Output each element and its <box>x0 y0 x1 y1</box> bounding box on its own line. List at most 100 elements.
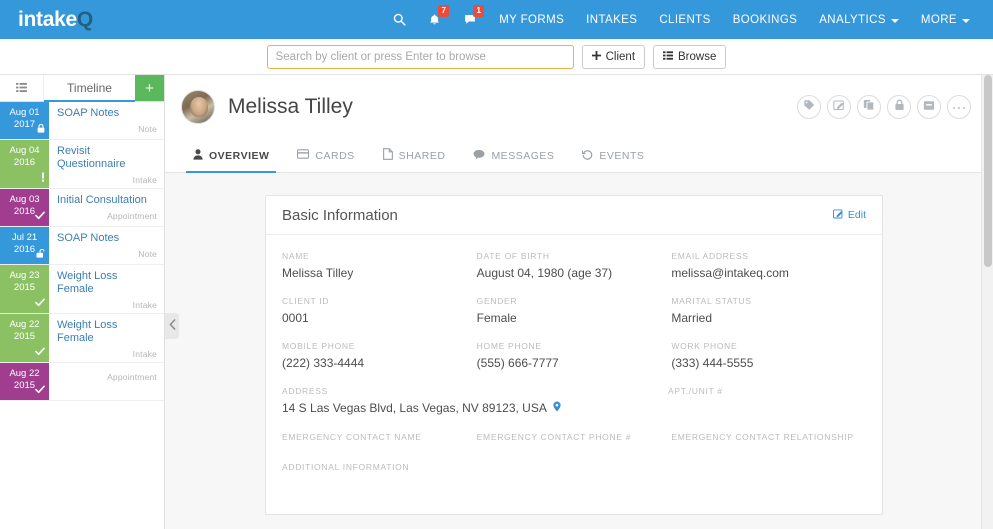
field-emergency-contact-relationship: EMERGENCY CONTACT RELATIONSHIP <box>671 432 866 447</box>
check-icon <box>35 347 45 359</box>
list-item[interactable]: Jul 21 2016 SOAP Notes Note <box>0 227 164 265</box>
timeline-date-badge: Aug 22 2015 <box>0 363 49 400</box>
nav-item-my-forms[interactable]: MY FORMS <box>488 0 575 39</box>
field-date-of-birth-value: August 04, 1980 (age 37) <box>477 266 662 281</box>
tab-shared[interactable]: SHARED <box>369 139 460 172</box>
field-work-phone-label: WORK PHONE <box>671 341 856 351</box>
archive-button[interactable] <box>917 95 941 119</box>
nav-item-clients[interactable]: CLIENTS <box>648 0 721 39</box>
timeline-item-body: SOAP Notes Note <box>49 227 164 264</box>
check-icon <box>35 385 45 397</box>
archive-icon <box>923 98 935 116</box>
timeline-item-name[interactable]: Weight Loss Female <box>57 319 157 345</box>
timeline-item-name[interactable]: SOAP Notes <box>57 232 157 245</box>
notifications-bell-button[interactable]: 7 <box>417 0 452 39</box>
logo-accent: Q <box>77 8 93 31</box>
list-item[interactable]: Aug 22 2015 Appointment <box>0 363 164 401</box>
chevron-down-icon <box>891 19 899 23</box>
edit-button[interactable] <box>827 95 851 119</box>
field-date-of-birth-label: DATE OF BIRTH <box>477 251 662 261</box>
edit-icon <box>833 208 844 222</box>
browse-button[interactable]: Browse <box>653 45 726 69</box>
timeline-item-name[interactable]: SOAP Notes <box>57 107 157 120</box>
search-input[interactable] <box>267 45 574 69</box>
tab-cards[interactable]: CARDS <box>283 139 368 172</box>
nav-item-bookings[interactable]: BOOKINGS <box>722 0 809 39</box>
edit-basic-information-link[interactable]: Edit <box>833 208 866 222</box>
field-work-phone-value: (333) 444-5555 <box>671 356 856 371</box>
field-client-id-value: 0001 <box>282 311 467 326</box>
list-item[interactable]: Aug 23 2015 Weight Loss Female Intake <box>0 265 164 314</box>
timeline-date-badge: Aug 22 2015 <box>0 314 49 362</box>
client-search-bar: Client Browse <box>0 39 993 75</box>
timeline-add-button[interactable]: + <box>135 75 164 101</box>
add-client-button[interactable]: Client <box>582 45 645 69</box>
timeline-item-body: Initial Consultation Appointment <box>49 189 164 226</box>
timeline-date-badge: Aug 03 2016 <box>0 189 49 226</box>
list-item[interactable]: Aug 01 2017 SOAP Notes Note <box>0 102 164 140</box>
timeline-item-name[interactable]: Weight Loss Female <box>57 270 157 296</box>
field-mobile-phone: MOBILE PHONE (222) 333-4444 <box>282 341 477 371</box>
page-scrollbar[interactable] <box>981 75 993 529</box>
top-navigation-bar: intakeQ 7 1 MY FORMS INTAKES CLIENTS BOO… <box>0 0 993 39</box>
card-icon <box>297 149 309 162</box>
lock-button[interactable] <box>887 95 911 119</box>
field-address-label: ADDRESS <box>282 386 658 396</box>
tab-overview[interactable]: OVERVIEW <box>179 139 283 172</box>
map-pin-icon[interactable] <box>550 403 561 415</box>
timeline-item-type: Note <box>57 124 157 134</box>
tab-events[interactable]: EVENTS <box>568 139 658 172</box>
sidebar-collapse-button[interactable] <box>165 313 179 339</box>
field-additional-information: ADDITIONAL INFORMATION <box>282 462 866 477</box>
nav-item-bookings-label: BOOKINGS <box>733 14 798 26</box>
more-actions-button[interactable] <box>947 95 971 119</box>
tab-messages[interactable]: MESSAGES <box>459 139 568 172</box>
list-item[interactable]: Aug 22 2015 Weight Loss Female Intake <box>0 314 164 363</box>
field-emergency-contact-name-label: EMERGENCY CONTACT NAME <box>282 432 467 442</box>
basic-information-header: Basic Information Edit <box>266 196 882 235</box>
check-icon <box>35 211 45 223</box>
duplicate-button[interactable] <box>857 95 881 119</box>
nav-item-intakes-label: INTAKES <box>586 14 637 26</box>
messages-button[interactable]: 1 <box>452 0 488 39</box>
basic-information-title: Basic Information <box>282 207 398 224</box>
tab-events-label: EVENTS <box>599 150 644 162</box>
nav-item-clients-label: CLIENTS <box>659 14 710 26</box>
field-marital-status-value: Married <box>671 311 856 326</box>
nav-item-analytics[interactable]: ANALYTICS <box>808 0 910 39</box>
field-home-phone-value: (555) 666-7777 <box>477 356 662 371</box>
timeline-date-badge: Aug 04 2016 <box>0 140 49 188</box>
field-address: ADDRESS 14 S Las Vegas Blvd, Las Vegas, … <box>282 386 668 417</box>
nav-right-group: 7 1 MY FORMS INTAKES CLIENTS BOOKINGS AN… <box>382 0 981 39</box>
list-item[interactable]: Aug 04 2016 Revisit Questionnaire Intake <box>0 140 164 189</box>
edit-icon <box>833 98 845 116</box>
nav-item-intakes[interactable]: INTAKES <box>575 0 648 39</box>
timeline-date-monthday: Aug 03 <box>9 194 39 205</box>
page-body: Timeline + Aug 01 2017 SOAP Notes Note <box>0 75 993 529</box>
timeline-item-name[interactable]: Revisit Questionnaire <box>57 145 157 171</box>
nav-item-more[interactable]: MORE <box>910 0 981 39</box>
timeline-tab[interactable]: Timeline <box>44 75 135 101</box>
field-address-value: 14 S Las Vegas Blvd, Las Vegas, NV 89123… <box>282 401 547 415</box>
nav-item-my-forms-label: MY FORMS <box>499 14 564 26</box>
timeline-sidebar: Timeline + Aug 01 2017 SOAP Notes Note <box>0 75 165 529</box>
field-client-id: CLIENT ID 0001 <box>282 296 477 326</box>
field-client-id-label: CLIENT ID <box>282 296 467 306</box>
tag-button[interactable] <box>797 95 821 119</box>
timeline-date-year: 2015 <box>0 331 49 343</box>
nav-item-more-label: MORE <box>921 14 957 26</box>
lock-open-icon <box>36 249 45 261</box>
list-item[interactable]: Aug 03 2016 Initial Consultation Appoint… <box>0 189 164 227</box>
timeline-date-badge: Jul 21 2016 <box>0 227 49 264</box>
timeline-header: Timeline + <box>0 75 164 102</box>
history-icon <box>582 149 593 163</box>
timeline-item-type: Note <box>57 249 157 259</box>
app-logo[interactable]: intakeQ <box>18 9 93 30</box>
timeline-item-type: Intake <box>57 175 157 185</box>
timeline-menu-button[interactable] <box>0 75 44 101</box>
tab-messages-label: MESSAGES <box>491 150 554 162</box>
page-scrollbar-thumb[interactable] <box>984 75 992 267</box>
timeline-item-name[interactable]: Initial Consultation <box>57 194 157 207</box>
field-additional-information-label: ADDITIONAL INFORMATION <box>282 462 856 472</box>
search-icon-button[interactable] <box>382 0 417 39</box>
